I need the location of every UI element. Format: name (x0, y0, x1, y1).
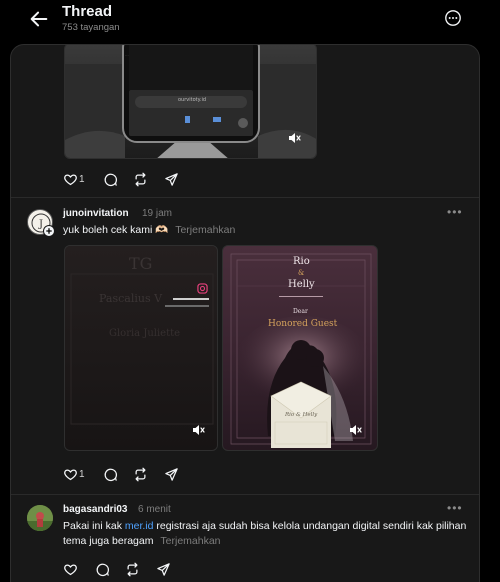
post3-actions (63, 559, 263, 579)
overlay-subtext (165, 305, 209, 307)
post3-more-button[interactable]: ••• (447, 501, 463, 515)
post2-media-left[interactable]: TG Pascalius V Gloria Juliette (64, 245, 218, 451)
share-button[interactable] (164, 169, 179, 189)
invite-dear: Dear (293, 308, 308, 315)
invite-name-2: Helly (288, 279, 315, 290)
page-title: Thread (62, 3, 113, 20)
post3-time: 6 menit (138, 504, 171, 515)
comment-button[interactable] (103, 169, 118, 189)
name-line-2: Gloria Juliette (109, 328, 181, 339)
comment-icon (104, 468, 118, 481)
invitation-video-image (65, 246, 217, 450)
post-media-video[interactable]: ... ourvitoty.id (64, 45, 317, 159)
comment-button[interactable] (103, 464, 118, 484)
post3-body-start: Pakai ini kak (63, 520, 125, 532)
share-icon (165, 172, 178, 186)
post2-more-button[interactable]: ••• (447, 205, 463, 219)
share-icon (165, 467, 178, 481)
post-divider (11, 494, 479, 495)
post2-username[interactable]: junoinvitation (63, 208, 129, 219)
thread-card: ... ourvitoty.id 1 J junoinvitation 19 j… (10, 44, 480, 582)
top-bar: Thread 753 tayangan (0, 0, 500, 42)
invite-guest: Honored Guest (268, 319, 338, 329)
profile-photo-image (27, 505, 53, 531)
post2-media-right[interactable]: Rio & Helly Dear Honored Guest Rio & Hel… (222, 245, 378, 451)
follow-plus-icon[interactable] (43, 225, 55, 237)
monogram-text: TG (129, 254, 153, 273)
back-button[interactable] (28, 8, 52, 30)
share-button[interactable] (156, 559, 171, 579)
repost-button[interactable] (133, 464, 148, 484)
post2-time: 19 jam (142, 208, 173, 219)
like-button[interactable]: 1 (63, 464, 85, 484)
post2-text: yuk boleh cek kami 🫶🏻 Terjemahkan (63, 223, 463, 238)
post-divider (11, 197, 479, 198)
post3-text: Pakai ini kak mer.id registrasi aja suda… (63, 519, 473, 549)
comment-icon (96, 563, 110, 576)
heart-icon (64, 468, 77, 480)
name-line-1: Pascalius V (99, 292, 163, 305)
invite-ampersand: & (298, 269, 305, 277)
post2-body: yuk boleh cek kami 🫶🏻 (63, 224, 169, 236)
more-circle-icon (445, 10, 461, 26)
avatar[interactable] (27, 505, 53, 531)
overlay-text (173, 298, 209, 300)
like-button[interactable] (63, 559, 78, 579)
share-button[interactable] (164, 464, 179, 484)
arrow-left-icon (30, 11, 48, 27)
more-options-button[interactable] (444, 9, 464, 29)
invite-date-line (279, 296, 323, 297)
speaker-muted-icon[interactable] (190, 422, 206, 438)
repost-button[interactable] (133, 169, 148, 189)
repost-icon (135, 467, 146, 481)
post2-actions: 1 (63, 464, 263, 484)
repost-icon (127, 562, 138, 576)
svg-text:...: ... (125, 52, 129, 57)
like-button[interactable]: 1 (63, 169, 85, 189)
url-bar-text: ourvitoty.id (178, 97, 207, 103)
heart-icon (64, 563, 77, 575)
instagram-icon (197, 283, 208, 294)
like-count: 1 (79, 468, 85, 480)
translate-link[interactable]: Terjemahkan (160, 535, 220, 547)
repost-button[interactable] (125, 559, 140, 579)
heart-icon (64, 173, 77, 185)
comment-button[interactable] (95, 559, 110, 579)
invite-name-1: Rio (293, 256, 310, 267)
speaker-muted-icon[interactable] (347, 422, 363, 438)
repost-icon (135, 172, 146, 186)
view-count: 753 tayangan (62, 22, 120, 33)
reply-link[interactable]: mer.id (125, 520, 154, 532)
translate-link[interactable]: Terjemahkan (175, 224, 235, 236)
speaker-muted-icon[interactable] (286, 130, 302, 146)
comment-icon (104, 173, 118, 186)
like-count: 1 (79, 173, 85, 185)
post3-username[interactable]: bagasandri03 (63, 504, 127, 515)
post1-actions: 1 (63, 169, 263, 189)
share-icon (157, 562, 170, 576)
envelope-text: Rio & Helly (285, 412, 318, 418)
